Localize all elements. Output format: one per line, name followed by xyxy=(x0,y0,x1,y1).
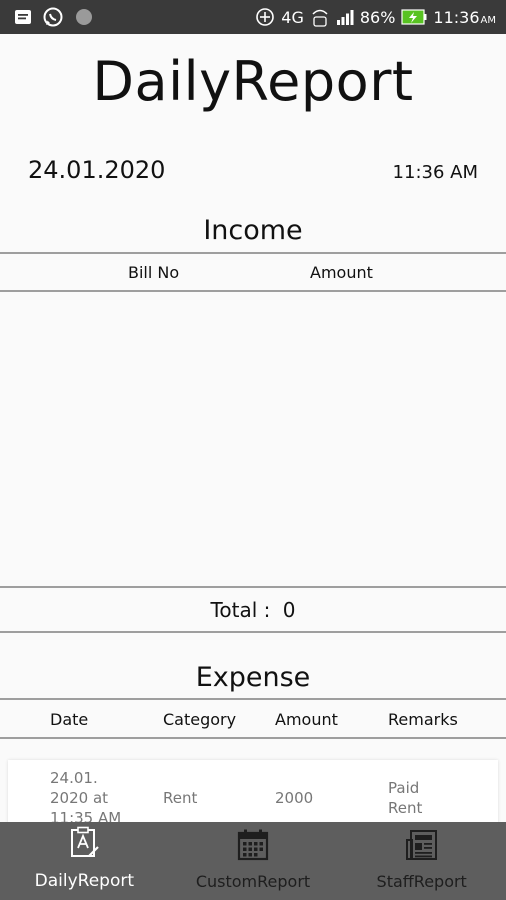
expense-col-amount: Amount xyxy=(275,710,338,729)
data-saver-icon xyxy=(255,7,275,27)
expense-col-category: Category xyxy=(163,710,237,729)
expense-heading: Expense xyxy=(195,662,311,693)
expense-col-remarks: Remarks xyxy=(388,710,458,729)
income-list[interactable] xyxy=(0,292,506,586)
battery-charging-icon xyxy=(401,9,427,25)
total-value: 0 xyxy=(282,598,296,622)
signal-icon xyxy=(336,9,354,25)
expense-amount: 2000 xyxy=(275,789,314,807)
divider xyxy=(0,698,506,700)
report-date: 24.01.2020 xyxy=(28,156,166,184)
expense-remarks: Paid Rent xyxy=(388,779,423,817)
divider xyxy=(0,737,506,739)
income-col-bill-no: Bill No xyxy=(128,263,180,282)
income-total: Total : 0 xyxy=(0,598,506,622)
total-label: Total : xyxy=(210,598,271,622)
nav-custom-report-label: CustomReport xyxy=(195,872,311,891)
nav-staff-report-label: StaffReport xyxy=(376,872,467,891)
nav-staff-report[interactable]: StaffReport xyxy=(337,822,506,900)
divider xyxy=(0,631,506,633)
newspaper-icon xyxy=(405,828,439,866)
status-time: 11:36AM xyxy=(433,7,496,27)
page-title: DailyReport xyxy=(92,50,414,113)
income-heading: Income xyxy=(203,215,303,246)
volte-icon xyxy=(310,6,330,28)
expense-date: 24.01. 2020 at 11:35 AM xyxy=(50,769,122,827)
nav-custom-report[interactable]: CustomReport xyxy=(169,822,338,900)
income-col-amount: Amount xyxy=(310,263,373,282)
circle-notification-icon xyxy=(74,7,94,27)
divider xyxy=(0,252,506,254)
status-bar: 4G 86% 11:36AM xyxy=(0,0,506,34)
message-icon xyxy=(14,8,32,26)
report-icon xyxy=(67,826,101,865)
calendar-icon xyxy=(236,828,270,866)
expense-row[interactable]: 24.01. 2020 at 11:35 AM Rent 2000 Paid R… xyxy=(8,760,498,830)
network-type: 4G xyxy=(281,7,304,27)
expense-category: Rent xyxy=(163,789,198,807)
nav-daily-report-label: DailyReport xyxy=(34,871,135,891)
expense-col-date: Date xyxy=(50,710,89,729)
bottom-navigation: DailyReport CustomReport StaffReport xyxy=(0,822,506,900)
divider xyxy=(0,586,506,588)
battery-percent: 86% xyxy=(359,7,396,27)
nav-daily-report[interactable]: DailyReport xyxy=(0,822,169,900)
report-time: 11:36 AM xyxy=(392,162,478,183)
whatsapp-icon xyxy=(42,6,64,28)
